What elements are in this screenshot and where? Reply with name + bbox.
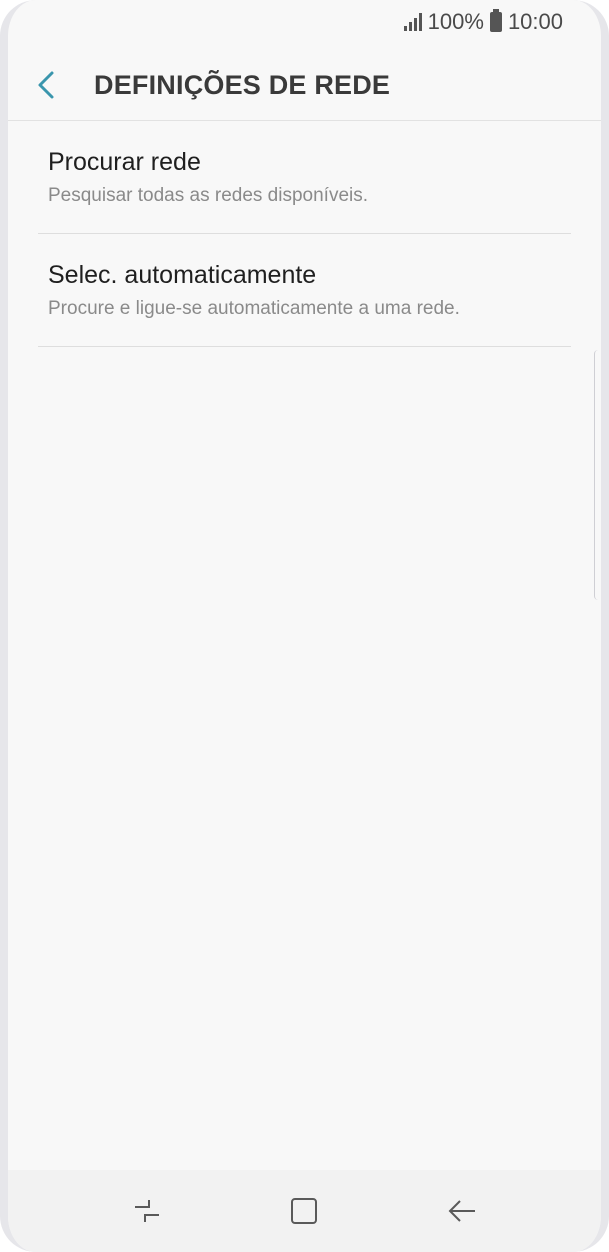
list-item-selec-automaticamente[interactable]: Selec. automaticamente Procure e ligue-s… (38, 234, 571, 347)
list-item-subtitle: Pesquisar todas as redes disponíveis. (48, 185, 369, 206)
status-bar: 100% 10:00 (8, 0, 601, 44)
home-button[interactable] (274, 1181, 334, 1241)
recent-apps-icon (134, 1200, 159, 1222)
back-button[interactable] (8, 50, 84, 120)
signal-icon (403, 13, 422, 31)
page-title: DEFINIÇÕES DE REDE (94, 69, 391, 100)
list-item-subtitle: Procure e ligue-se automaticamente a uma… (48, 298, 460, 319)
battery-icon (489, 9, 502, 32)
device-screen: 100% 10:00 DEFINIÇÕES DE REDE Procurar r… (0, 0, 609, 1252)
clock: 10:00 (507, 9, 563, 34)
home-icon (291, 1198, 318, 1224)
settings-list: Procurar rede Pesquisar todas as redes d… (38, 121, 571, 347)
list-item-title: Procurar rede (48, 148, 201, 176)
side-edge (594, 350, 601, 600)
chevron-left-icon (38, 71, 54, 99)
list-item-title: Selec. automaticamente (48, 261, 317, 289)
back-arrow-icon (448, 1200, 476, 1222)
battery-percent: 100% (427, 9, 484, 34)
app-bar: DEFINIÇÕES DE REDE (8, 50, 601, 121)
recent-apps-button[interactable] (117, 1181, 177, 1241)
navigation-bar (8, 1170, 601, 1252)
nav-back-button[interactable] (432, 1181, 492, 1241)
list-item-procurar-rede[interactable]: Procurar rede Pesquisar todas as redes d… (38, 121, 571, 234)
